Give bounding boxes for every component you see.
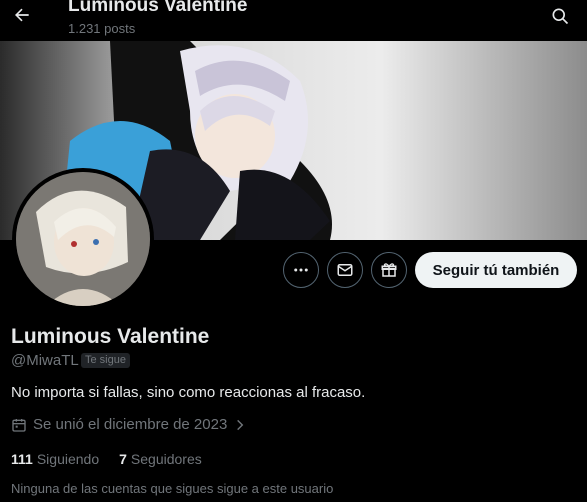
following-count: 111 [11, 451, 33, 467]
follow-stats: 111 Siguiendo 7 Seguidores [11, 451, 202, 467]
top-bar: Luminous Valentine 1.231 posts [0, 0, 587, 41]
join-date-text: Se unió el diciembre de 2023 [33, 416, 228, 433]
followers-link[interactable]: 7 Seguidores [119, 451, 202, 467]
post-count: 1.231 posts [68, 21, 136, 36]
calendar-icon [12, 418, 26, 432]
more-button[interactable] [283, 252, 319, 288]
gift-button[interactable] [371, 252, 407, 288]
search-button[interactable] [546, 2, 574, 30]
more-icon [294, 268, 308, 272]
profile-bio: No importa si fallas, sino como reaccion… [11, 384, 366, 401]
followers-count: 7 [119, 451, 127, 467]
profile-name: Luminous Valentine [11, 325, 210, 348]
gift-icon [381, 263, 397, 277]
search-icon [552, 8, 569, 25]
following-link[interactable]: 111 Siguiendo [11, 451, 99, 467]
mutual-followers-note: Ninguna de las cuentas que sigues sigue … [11, 481, 334, 496]
chevron-right-icon [237, 419, 244, 430]
followers-label: Seguidores [130, 451, 202, 467]
message-button[interactable] [327, 252, 363, 288]
join-date[interactable]: Se unió el diciembre de 2023 [11, 416, 247, 433]
back-arrow-icon [15, 8, 29, 22]
message-icon [337, 264, 353, 276]
follow-back-button[interactable]: Seguir tú también [415, 252, 577, 288]
back-button[interactable] [8, 1, 36, 29]
header-title: Luminous Valentine [68, 0, 248, 16]
profile-handle: @MiwaTL [11, 352, 79, 369]
avatar-image [16, 172, 150, 306]
profile-avatar[interactable] [12, 168, 154, 310]
following-label: Siguiendo [36, 451, 100, 467]
follows-you-badge: Te sigue [81, 353, 130, 368]
